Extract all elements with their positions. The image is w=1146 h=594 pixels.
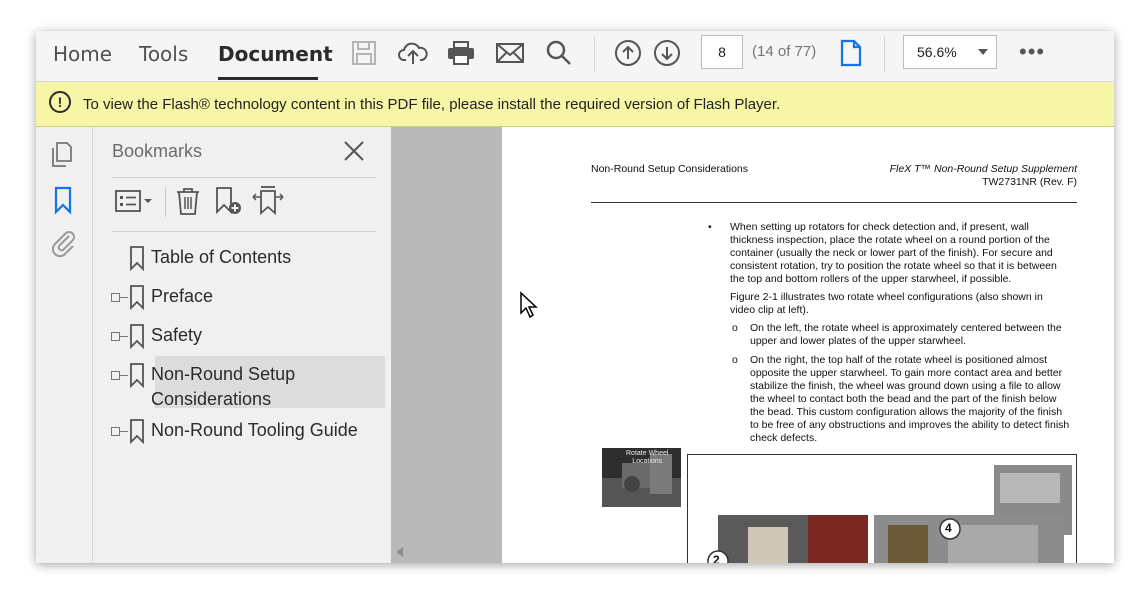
new-bookmark-icon[interactable]: [213, 185, 245, 217]
text-line: When setting up rotators for check detec…: [730, 221, 1029, 233]
bookmarks-panel: Bookmarks Table of Contents Preface Safe…: [93, 127, 391, 563]
expand-icon[interactable]: [111, 293, 128, 302]
header-rule: [591, 202, 1077, 203]
page-header-left: Non-Round Setup Considerations: [591, 163, 749, 175]
text-line: to be free of any obstructions and impro…: [750, 419, 1070, 431]
text-line: consistent rotation, try to position the…: [730, 260, 1057, 272]
sub-paragraph-2: On the right, the top half of the rotate…: [750, 354, 1080, 445]
acrobat-window: Home Tools Document 8 (14 of 77) 56.6% •…: [36, 31, 1114, 563]
copy-pages-icon[interactable]: [49, 139, 79, 169]
delete-icon[interactable]: [174, 185, 202, 217]
menu-document[interactable]: Document: [218, 42, 333, 66]
figure-2-1-image: 2 4: [687, 454, 1077, 563]
toolbar-divider: [884, 36, 885, 72]
collapse-panel-icon[interactable]: [396, 547, 403, 557]
expand-bookmark-icon[interactable]: [251, 185, 285, 217]
toolbar: Home Tools Document 8 (14 of 77) 56.6% •…: [36, 31, 1114, 82]
video-clip-thumbnail[interactable]: Rotate Wheel Locations: [602, 448, 681, 507]
more-icon[interactable]: •••: [1019, 39, 1045, 65]
text-line: opposite the upper starwheel. To gain mo…: [750, 367, 1063, 379]
notice-text: To view the Flash® technology content in…: [83, 96, 781, 113]
alert-icon: !: [49, 91, 71, 113]
bookmark-label: Preface: [151, 286, 214, 306]
page-count: (14 of 77): [752, 43, 817, 60]
options-icon[interactable]: [114, 185, 154, 217]
bookmark-flag-icon: [130, 363, 144, 388]
attachment-icon[interactable]: [49, 228, 79, 258]
mouse-cursor-icon: [520, 291, 538, 319]
text-line: upper and lower plates of the upper star…: [750, 335, 966, 347]
next-page-icon[interactable]: [652, 38, 682, 68]
panel-title: Bookmarks: [112, 141, 203, 161]
sub-bullet: o: [732, 322, 738, 334]
caption-line: Locations: [632, 458, 663, 465]
previous-page-icon[interactable]: [613, 38, 643, 68]
sub-paragraph-1: On the left, the rotate wheel is approxi…: [750, 322, 1080, 348]
save-icon[interactable]: [349, 38, 379, 68]
text-line: the bead. This custom configuration allo…: [750, 406, 1063, 418]
bookmark-icon[interactable]: [49, 185, 79, 215]
bookmark-label: Non-Round Tooling Guide: [151, 420, 358, 440]
document-gutter: [391, 127, 502, 563]
active-menu-underline: [218, 77, 318, 80]
text-line: container (usually the neck or lower par…: [730, 247, 1053, 259]
expand-icon[interactable]: [111, 371, 128, 380]
chevron-down-icon: [978, 49, 988, 55]
text-line: check defects.: [750, 432, 818, 444]
bookmark-label-line2: Considerations: [151, 389, 272, 409]
pdf-page: Non-Round Setup Considerations FleX T™ N…: [503, 127, 1114, 563]
panel-divider: [112, 177, 376, 178]
bookmark-label: Table of Contents: [151, 247, 292, 267]
zoom-select[interactable]: 56.6%: [903, 35, 997, 69]
close-icon[interactable]: [342, 139, 366, 163]
zoom-value: 56.6%: [917, 44, 957, 60]
text-line: thickness inspection, place the rotate w…: [730, 234, 1050, 246]
navigation-rail: [36, 127, 93, 563]
email-icon[interactable]: [495, 38, 525, 68]
bookmark-flag-icon: [130, 285, 144, 310]
text-line: Figure 2-1 illustrates two rotate wheel …: [730, 291, 1043, 303]
page-header-right: FleX T™ Non-Round Setup Supplement: [889, 163, 1077, 175]
figure-label: 2: [713, 553, 720, 563]
flash-notice-bar: ! To view the Flash® technology content …: [36, 82, 1114, 127]
caption-line: Rotate Wheel: [626, 450, 669, 457]
cloud-upload-icon[interactable]: [398, 38, 428, 68]
bookmark-label: Safety: [151, 325, 203, 345]
text-line: On the left, the rotate wheel is approxi…: [750, 322, 1062, 334]
text-line: On the right, the top half of the rotate…: [750, 354, 1048, 366]
tool-divider: [165, 187, 166, 217]
search-icon[interactable]: [544, 38, 574, 68]
expand-icon[interactable]: [111, 332, 128, 341]
text-line: video clip at left).: [730, 304, 809, 316]
page-view-icon[interactable]: [836, 38, 866, 68]
sub-bullet: o: [732, 354, 738, 366]
toolbar-divider: [594, 36, 595, 72]
page-header-doc-id: TW2731NR (Rev. F): [982, 176, 1077, 188]
bullet: •: [708, 221, 712, 233]
print-icon[interactable]: [446, 38, 476, 68]
figure-label: 4: [945, 521, 952, 535]
video-caption: Rotate Wheel Locations: [626, 450, 668, 466]
paragraph-2: Figure 2-1 illustrates two rotate wheel …: [730, 291, 1080, 317]
paragraph-1: When setting up rotators for check detec…: [730, 221, 1080, 286]
text-line: the wheel to contact both the bead and t…: [750, 393, 1057, 405]
text-line: the top and bottom rollers of the upper …: [730, 273, 1012, 285]
bookmark-flag-icon: [130, 246, 144, 271]
expand-icon[interactable]: [111, 427, 128, 436]
menu-tools[interactable]: Tools: [139, 42, 188, 66]
bookmark-flag-icon: [130, 324, 144, 349]
page-number-input[interactable]: 8: [701, 35, 743, 69]
bookmark-label: Non-Round Setup: [151, 364, 296, 384]
panel-divider: [112, 231, 376, 232]
text-line: stabilize the finish, the wheel was grou…: [750, 380, 1061, 392]
menu-home[interactable]: Home: [53, 42, 112, 66]
bookmark-flag-icon: [130, 419, 144, 444]
